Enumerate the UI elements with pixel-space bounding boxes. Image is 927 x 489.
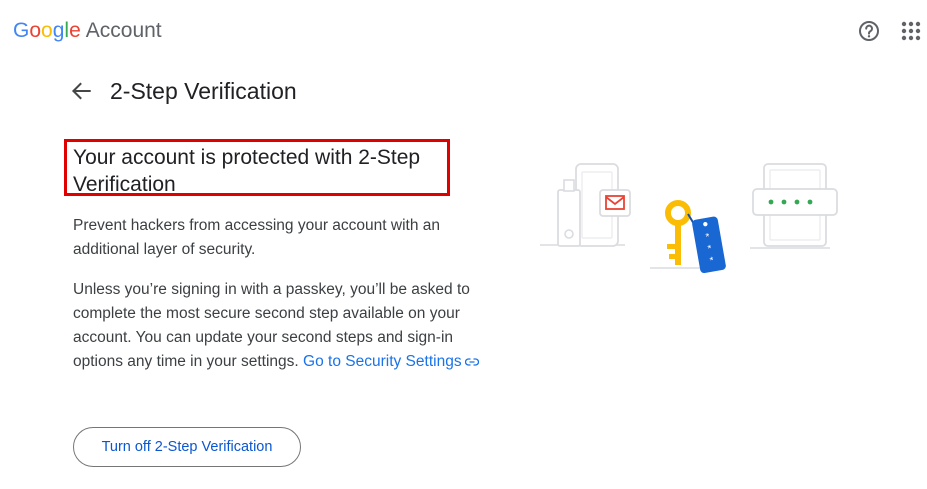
help-button[interactable] <box>857 19 881 43</box>
logo-letter-o1: o <box>29 19 42 42</box>
arrow-back-icon <box>71 82 91 100</box>
help-circle-icon <box>859 21 879 41</box>
link-icon <box>464 358 479 366</box>
mail-icon <box>599 189 631 217</box>
turn-off-2sv-button[interactable]: Turn off 2-Step Verification <box>73 427 301 467</box>
logo-letter-g2: g <box>52 19 65 42</box>
security-description: Prevent hackers from accessing your acco… <box>73 217 441 258</box>
page-title: 2-Step Verification <box>110 78 297 104</box>
security-settings-link-text: Go to Security Settings <box>303 353 462 370</box>
apps-grid-icon <box>901 21 921 41</box>
key-icon <box>665 200 695 265</box>
logo-letter-o2: o <box>41 19 53 42</box>
google-apps-button[interactable] <box>899 19 923 43</box>
2sv-illustration: * * * <box>540 163 838 274</box>
key-tag-icon: * * * <box>692 216 726 274</box>
logo-letter-e: e <box>69 19 81 42</box>
protection-status-heading: Your account is protected with 2-Step Ve… <box>73 146 421 196</box>
security-settings-link[interactable]: Go to Security Settings <box>303 353 479 370</box>
google-account-logo[interactable]: Google Account <box>13 18 162 44</box>
logo-letter-g: G <box>13 19 30 42</box>
logo-product-name: Account <box>85 19 162 42</box>
app-header: Google Account <box>0 0 927 62</box>
back-button[interactable] <box>68 78 94 104</box>
password-screen-graphic <box>752 163 838 247</box>
passkey-explanation: Unless you’re signing in with a passkey,… <box>73 278 483 374</box>
